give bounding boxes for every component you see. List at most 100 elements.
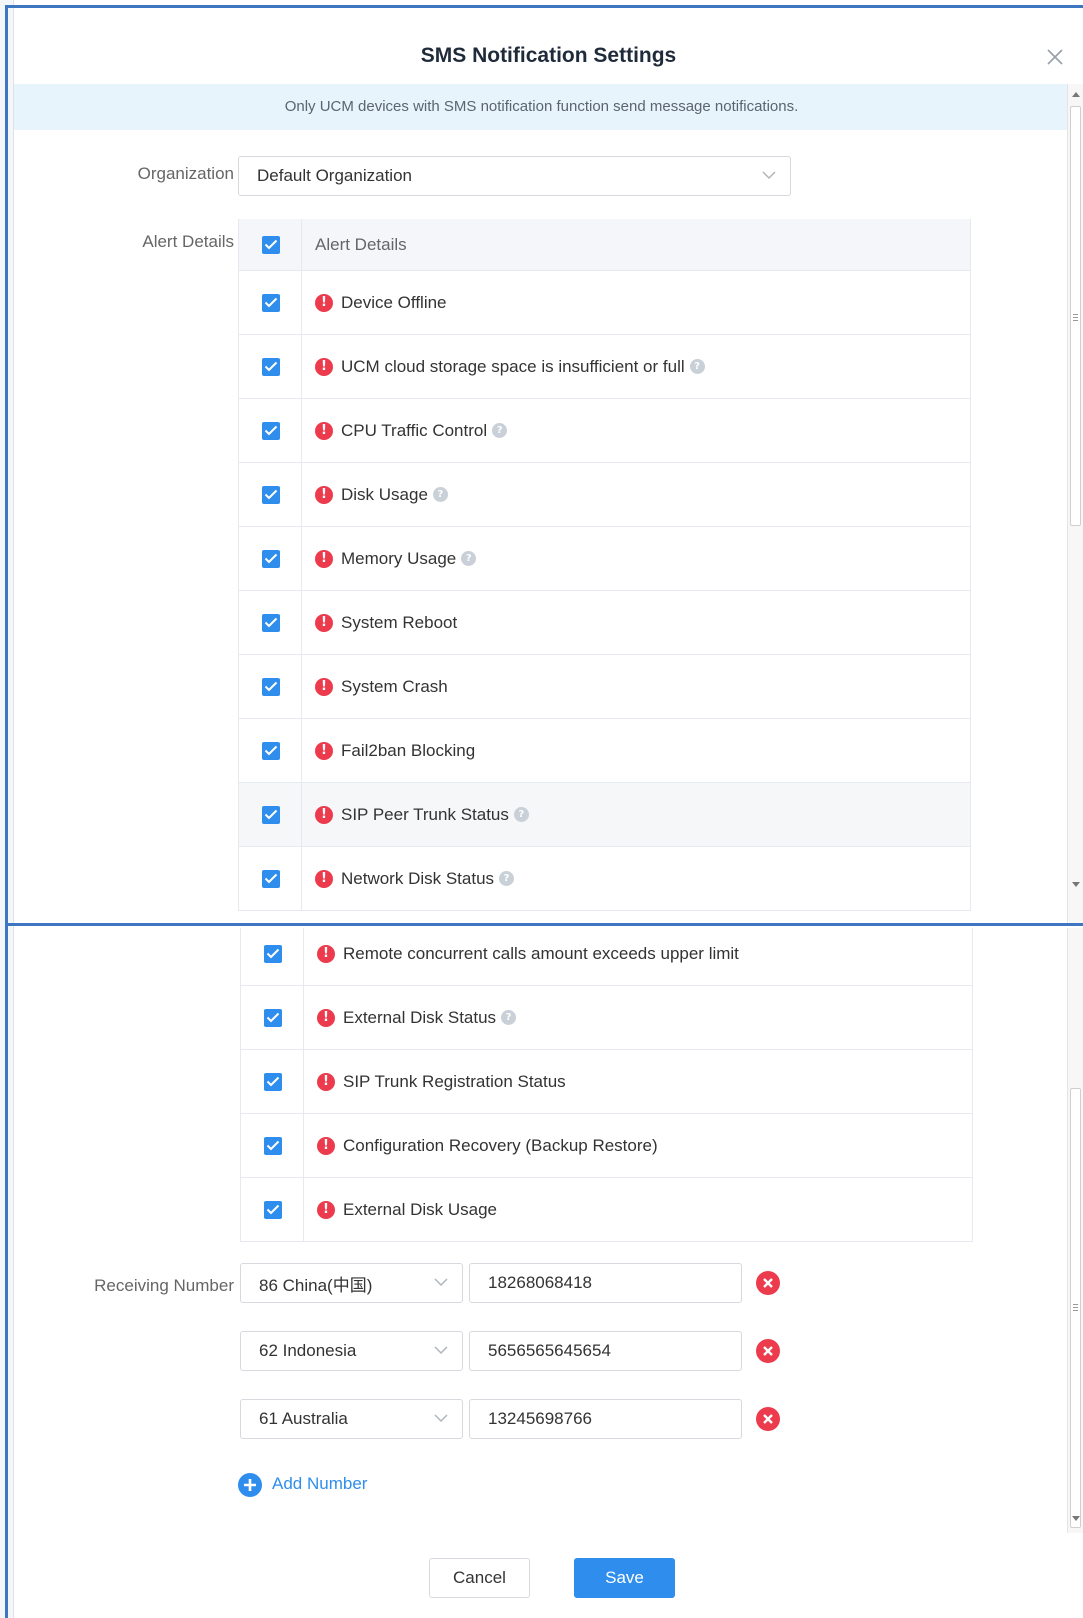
screenshot-seam bbox=[5, 923, 1083, 926]
alert-checkbox[interactable] bbox=[262, 805, 280, 824]
organization-value: Default Organization bbox=[257, 166, 412, 185]
alert-item-label: SIP Trunk Registration Status bbox=[343, 1071, 566, 1091]
dialog-title: SMS Notification Settings bbox=[420, 44, 677, 67]
alert-checkbox[interactable] bbox=[262, 613, 280, 632]
alert-item-label: System Reboot bbox=[341, 612, 458, 632]
alert-exclamation-icon: ! bbox=[317, 1136, 335, 1155]
alert-exclamation-icon: ! bbox=[315, 613, 333, 632]
alert-item-label: Device Offline bbox=[341, 292, 447, 312]
scroll-down-icon[interactable] bbox=[1072, 882, 1080, 887]
table-row: ! Remote concurrent calls amount exceeds … bbox=[241, 928, 972, 986]
alert-checkbox[interactable] bbox=[264, 1200, 282, 1219]
help-question-icon[interactable]: ? bbox=[492, 423, 508, 438]
alert-item-label: Remote concurrent calls amount exceeds u… bbox=[343, 943, 739, 963]
alert-exclamation-icon: ! bbox=[315, 549, 333, 568]
info-notice: Only UCM devices with SMS notification f… bbox=[14, 84, 1069, 130]
help-question-icon[interactable]: ? bbox=[461, 551, 477, 566]
table-row: ! UCM cloud storage space is insufficient… bbox=[239, 335, 970, 399]
remove-number-icon[interactable] bbox=[756, 1339, 780, 1363]
scroll-up-icon[interactable] bbox=[1072, 92, 1080, 97]
table-row: ! Disk Usage? bbox=[239, 463, 970, 527]
phone-number-value: 13245698766 bbox=[488, 1409, 593, 1428]
scroll-thumb[interactable] bbox=[1070, 106, 1081, 526]
help-question-icon[interactable]: ? bbox=[689, 359, 705, 374]
table-row: ! Fail2ban Blocking bbox=[239, 719, 970, 783]
alert-checkbox[interactable] bbox=[264, 944, 282, 963]
alert-exclamation-icon: ! bbox=[315, 421, 333, 440]
table-row: ! CPU Traffic Control? bbox=[239, 399, 970, 463]
chevron-down-icon bbox=[434, 1414, 448, 1423]
alert-exclamation-icon: ! bbox=[317, 1072, 335, 1091]
alert-exclamation-icon: ! bbox=[317, 1200, 335, 1219]
alert-item-label: SIP Peer Trunk Status bbox=[341, 804, 509, 824]
scroll-thumb-bottom[interactable] bbox=[1070, 1088, 1081, 1528]
alert-item-label: System Crash bbox=[341, 676, 448, 696]
alert-checkbox[interactable] bbox=[264, 1008, 282, 1027]
country-code-select[interactable]: 62 Indonesia bbox=[240, 1331, 463, 1371]
sms-settings-dialog-bottom: ! Remote concurrent calls amount exceeds … bbox=[14, 928, 1083, 1618]
chevron-down-icon bbox=[434, 1346, 448, 1355]
help-question-icon[interactable]: ? bbox=[501, 1010, 517, 1025]
help-question-icon[interactable]: ? bbox=[499, 871, 515, 886]
organization-select[interactable]: Default Organization bbox=[238, 156, 791, 196]
alert-checkbox[interactable] bbox=[262, 741, 280, 760]
help-question-icon[interactable]: ? bbox=[432, 487, 448, 502]
table-row: ! Network Disk Status? bbox=[239, 847, 970, 911]
alert-checkbox[interactable] bbox=[264, 1072, 282, 1091]
country-code-select[interactable]: 86 China(中国) bbox=[240, 1263, 463, 1303]
cancel-button[interactable]: Cancel bbox=[429, 1558, 530, 1598]
table-row: ! System Reboot bbox=[239, 591, 970, 655]
add-number-link[interactable]: Add Number bbox=[272, 1474, 367, 1494]
alert-checkbox[interactable] bbox=[262, 677, 280, 696]
country-code-value: 62 Indonesia bbox=[259, 1341, 357, 1360]
alert-item-label: External Disk Status bbox=[343, 1007, 497, 1027]
alert-item-label: Disk Usage bbox=[341, 484, 428, 504]
alert-exclamation-icon: ! bbox=[315, 741, 333, 760]
country-code-value: 86 China(中国) bbox=[259, 1275, 373, 1295]
select-all-checkbox[interactable] bbox=[262, 235, 280, 254]
organization-label: Organization bbox=[137, 164, 234, 183]
alert-item-label: CPU Traffic Control bbox=[341, 420, 488, 440]
alert-checkbox[interactable] bbox=[262, 549, 280, 568]
phone-number-input[interactable]: 18268068418 bbox=[469, 1263, 742, 1303]
alert-exclamation-icon: ! bbox=[317, 1008, 335, 1027]
alert-checkbox[interactable] bbox=[262, 485, 280, 504]
alert-item-label: Memory Usage bbox=[341, 548, 457, 568]
phone-number-input[interactable]: 5656565645654 bbox=[469, 1331, 742, 1371]
receiving-number-label: Receiving Number bbox=[94, 1276, 234, 1295]
alert-item-label: Network Disk Status bbox=[341, 868, 495, 888]
phone-number-input[interactable]: 13245698766 bbox=[469, 1399, 742, 1439]
close-icon[interactable] bbox=[1046, 48, 1064, 66]
dialog-scrollbar[interactable] bbox=[1067, 84, 1083, 923]
dialog-scrollbar-bottom[interactable] bbox=[1067, 928, 1083, 1533]
alert-checkbox[interactable] bbox=[262, 421, 280, 440]
save-button[interactable]: Save bbox=[574, 1558, 675, 1598]
alert-details-table: Alert Details ! Device Offline! UCM cloud … bbox=[238, 219, 971, 911]
alert-checkbox[interactable] bbox=[264, 1136, 282, 1155]
sms-settings-dialog-top: SMS Notification Settings Only UCM devic… bbox=[14, 8, 1083, 923]
table-row: ! SIP Trunk Registration Status bbox=[241, 1050, 972, 1114]
scroll-down-icon-bottom[interactable] bbox=[1072, 1516, 1080, 1521]
add-number-icon[interactable] bbox=[238, 1473, 262, 1497]
alert-exclamation-icon: ! bbox=[315, 869, 333, 888]
alert-checkbox[interactable] bbox=[262, 293, 280, 312]
alert-details-table-continued: ! Remote concurrent calls amount exceeds … bbox=[240, 928, 973, 1242]
alert-exclamation-icon: ! bbox=[315, 485, 333, 504]
country-code-value: 61 Australia bbox=[259, 1409, 348, 1428]
alert-item-label: Configuration Recovery (Backup Restore) bbox=[343, 1135, 658, 1155]
alert-exclamation-icon: ! bbox=[315, 293, 333, 312]
remove-number-icon[interactable] bbox=[756, 1407, 780, 1431]
table-row: ! External Disk Status? bbox=[241, 986, 972, 1050]
alert-exclamation-icon: ! bbox=[315, 805, 333, 824]
phone-number-value: 18268068418 bbox=[488, 1273, 593, 1292]
country-code-select[interactable]: 61 Australia bbox=[240, 1399, 463, 1439]
alert-item-label: External Disk Usage bbox=[343, 1199, 498, 1219]
chevron-down-icon bbox=[434, 1278, 448, 1287]
remove-number-icon[interactable] bbox=[756, 1271, 780, 1295]
help-question-icon[interactable]: ? bbox=[513, 807, 529, 822]
window-border-left bbox=[5, 6, 8, 1618]
alert-checkbox[interactable] bbox=[262, 357, 280, 376]
alert-item-label: Fail2ban Blocking bbox=[341, 740, 476, 760]
table-row: ! External Disk Usage bbox=[241, 1178, 972, 1242]
alert-checkbox[interactable] bbox=[262, 869, 280, 888]
